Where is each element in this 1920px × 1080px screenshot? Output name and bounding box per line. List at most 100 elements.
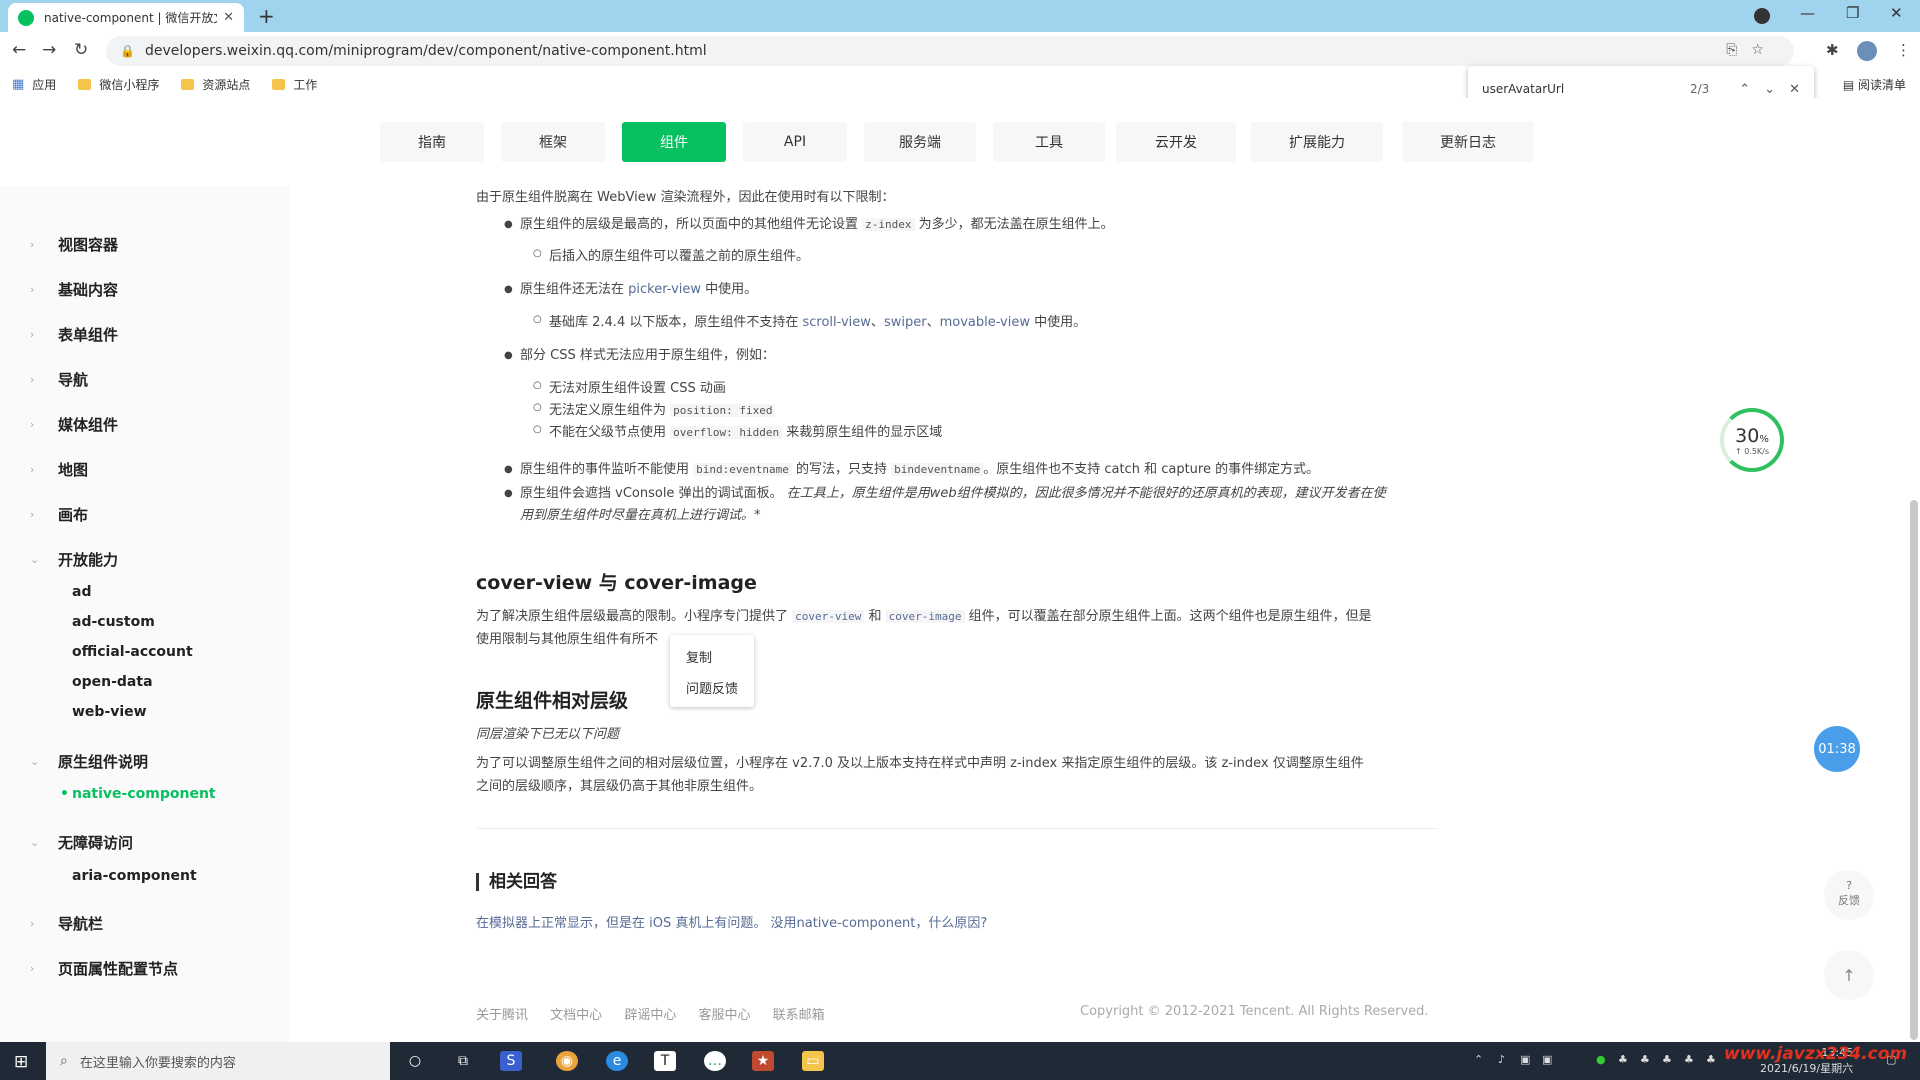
tray-app-icon[interactable]: ▣	[1542, 1053, 1552, 1066]
tab-components[interactable]: 组件	[622, 122, 726, 162]
text-app-icon[interactable]: T	[654, 1051, 676, 1071]
context-menu-copy[interactable]: 复制	[686, 647, 712, 666]
tray-app-icon[interactable]: ♣	[1684, 1053, 1694, 1066]
sidebar-item-navigation[interactable]: › 导航	[0, 369, 290, 390]
tray-wechat-icon[interactable]: ●	[1596, 1053, 1606, 1066]
find-input[interactable]: userAvatarUrl	[1482, 82, 1690, 96]
bookmark-folder[interactable]: 微信小程序	[78, 76, 159, 93]
sidebar-item-form[interactable]: › 表单组件	[0, 324, 290, 345]
tab-changelog[interactable]: 更新日志	[1402, 122, 1534, 162]
sidebar-item-basic[interactable]: › 基础内容	[0, 279, 290, 300]
sidebar-item-accessibility[interactable]: ⌄ 无障碍访问	[0, 832, 290, 853]
find-next-icon[interactable]: ⌄	[1764, 82, 1775, 97]
sidebar-subitem-official-account[interactable]: official-account	[72, 644, 193, 660]
sidebar-subitem-web-view[interactable]: web-view	[72, 704, 147, 720]
minimize-icon[interactable]: —	[1800, 4, 1815, 22]
close-tab-icon[interactable]: ✕	[223, 10, 234, 25]
text: 原生组件还无法在	[520, 282, 629, 297]
text: 组件，可以覆盖在部分原生组件上面。这两个组件也是原生组件，但是	[964, 609, 1372, 624]
sidebar-subitem-aria-component[interactable]: aria-component	[72, 868, 197, 884]
browser-tab[interactable]: native-component | 微信开放文档 ✕	[8, 3, 244, 32]
sidebar-item-map[interactable]: › 地图	[0, 459, 290, 480]
recording-timer[interactable]: 01:38	[1814, 726, 1860, 772]
avatar[interactable]	[1857, 41, 1877, 61]
tab-server[interactable]: 服务端	[864, 122, 976, 162]
app-icon[interactable]: S	[500, 1051, 522, 1071]
footer-link[interactable]: 联系邮箱	[773, 1008, 825, 1023]
tray-app-icon[interactable]: ▣	[1520, 1053, 1530, 1066]
taskbar-search-input[interactable]: ⌕ 在这里输入你要搜索的内容	[46, 1042, 390, 1080]
tab-cloud[interactable]: 云开发	[1116, 122, 1236, 162]
bookmark-apps[interactable]: ▦ 应用	[0, 76, 56, 93]
footer-link[interactable]: 客服中心	[698, 1008, 750, 1023]
tab-framework[interactable]: 框架	[501, 122, 605, 162]
sidebar-item-open-ability[interactable]: ⌄ 开放能力	[0, 549, 290, 570]
back-icon[interactable]: ←	[12, 40, 26, 60]
bookmark-folder[interactable]: 工作	[272, 76, 317, 93]
sidebar-item-native-group[interactable]: ⌄ 原生组件说明	[0, 751, 290, 772]
sidebar-item-navbar[interactable]: › 导航栏	[0, 913, 290, 934]
tray-mic-icon[interactable]: ♪	[1498, 1053, 1505, 1066]
context-menu-feedback[interactable]: 问题反馈	[686, 678, 738, 697]
bookmark-folder[interactable]: 资源站点	[181, 76, 250, 93]
network-speed-widget[interactable]: 30% ↑ 0.5K/s	[1720, 408, 1784, 472]
related-answer-link[interactable]: 在模拟器上正常显示，但是在 iOS 真机上有问题。 没用native-compo…	[476, 912, 987, 931]
chrome-icon[interactable]: ◉	[556, 1051, 578, 1071]
copyright: Copyright © 2012-2021 Tencent. All Right…	[1080, 1004, 1429, 1019]
reading-list-button[interactable]: ▤ 阅读清单	[1843, 76, 1906, 93]
tray-app-icon[interactable]: ♣	[1640, 1053, 1650, 1066]
tab-api[interactable]: API	[743, 122, 847, 162]
find-prev-icon[interactable]: ⌃	[1739, 82, 1750, 97]
footer-link[interactable]: 文档中心	[550, 1008, 602, 1023]
file-explorer-icon[interactable]: ▭	[802, 1051, 824, 1071]
menu-icon[interactable]: ⋮	[1896, 41, 1911, 59]
forward-icon[interactable]: →	[42, 40, 56, 60]
tray-app-icon[interactable]: ♣	[1662, 1053, 1672, 1066]
sidebar-item-page-meta[interactable]: › 页面属性配置节点	[0, 958, 290, 979]
footer-link[interactable]: 辟谣中心	[624, 1008, 676, 1023]
wechat-icon[interactable]: …	[704, 1051, 726, 1071]
sidebar-item-canvas[interactable]: › 画布	[0, 504, 290, 525]
extensions-icon[interactable]: ✱	[1826, 41, 1839, 59]
link-picker-view[interactable]: picker-view	[628, 282, 701, 297]
feedback-button[interactable]: ? 反馈	[1824, 870, 1874, 920]
restore-icon[interactable]: ❐	[1846, 4, 1859, 22]
sidebar-subitem-ad-custom[interactable]: ad-custom	[72, 614, 155, 630]
game-icon[interactable]: ★	[752, 1051, 774, 1071]
task-view-icon[interactable]: ⧉	[452, 1051, 474, 1071]
footer-link[interactable]: 关于腾讯	[476, 1008, 528, 1023]
tray-app-icon[interactable]: ♣	[1706, 1053, 1716, 1066]
sidebar-subitem-ad[interactable]: ad	[72, 584, 91, 600]
new-tab-icon[interactable]: +	[258, 4, 275, 28]
browser-icon[interactable]: e	[606, 1051, 628, 1071]
back-to-top-icon[interactable]: ↑	[1824, 950, 1874, 1000]
link-movable-view[interactable]: movable-view	[940, 315, 1030, 330]
url-text: developers.weixin.qq.com/miniprogram/dev…	[144, 43, 707, 59]
address-bar[interactable]: 🔒 developers.weixin.qq.com/miniprogram/d…	[106, 36, 1794, 66]
folder-icon	[272, 78, 286, 90]
tab-tools[interactable]: 工具	[993, 122, 1105, 162]
omnibox-action-icons[interactable]: ⎘☆	[1726, 42, 1778, 58]
text: 、	[870, 315, 884, 330]
windows-start-icon[interactable]: ⊞	[14, 1052, 28, 1072]
inline-code: cover-image	[885, 610, 965, 623]
find-close-icon[interactable]: ✕	[1789, 82, 1800, 97]
reload-icon[interactable]: ↻	[74, 40, 88, 60]
cortana-icon[interactable]: ○	[404, 1051, 426, 1071]
tab-extensions[interactable]: 扩展能力	[1251, 122, 1383, 162]
link-scroll-view[interactable]: scroll-view	[802, 315, 870, 330]
chevron-down-icon: ⌄	[30, 836, 40, 849]
tray-chevron-icon[interactable]: ⌃	[1474, 1053, 1483, 1066]
sidebar-subitem-native-component[interactable]: native-component	[60, 786, 216, 802]
profile-icon[interactable]	[1754, 8, 1770, 24]
tray-app-icon[interactable]: ♣	[1618, 1053, 1628, 1066]
sidebar-item-media[interactable]: › 媒体组件	[0, 414, 290, 435]
sidebar-subitem-open-data[interactable]: open-data	[72, 674, 153, 690]
search-placeholder: 在这里输入你要搜索的内容	[79, 1055, 236, 1071]
tab-guide[interactable]: 指南	[380, 122, 484, 162]
sidebar-item-view-container[interactable]: › 视图容器	[0, 234, 290, 255]
scrollbar[interactable]	[1910, 500, 1918, 1040]
close-window-icon[interactable]: ✕	[1890, 4, 1903, 22]
restriction-3: 部分 CSS 样式无法应用于原生组件，例如：	[520, 348, 775, 363]
link-swiper[interactable]: swiper	[884, 315, 927, 330]
